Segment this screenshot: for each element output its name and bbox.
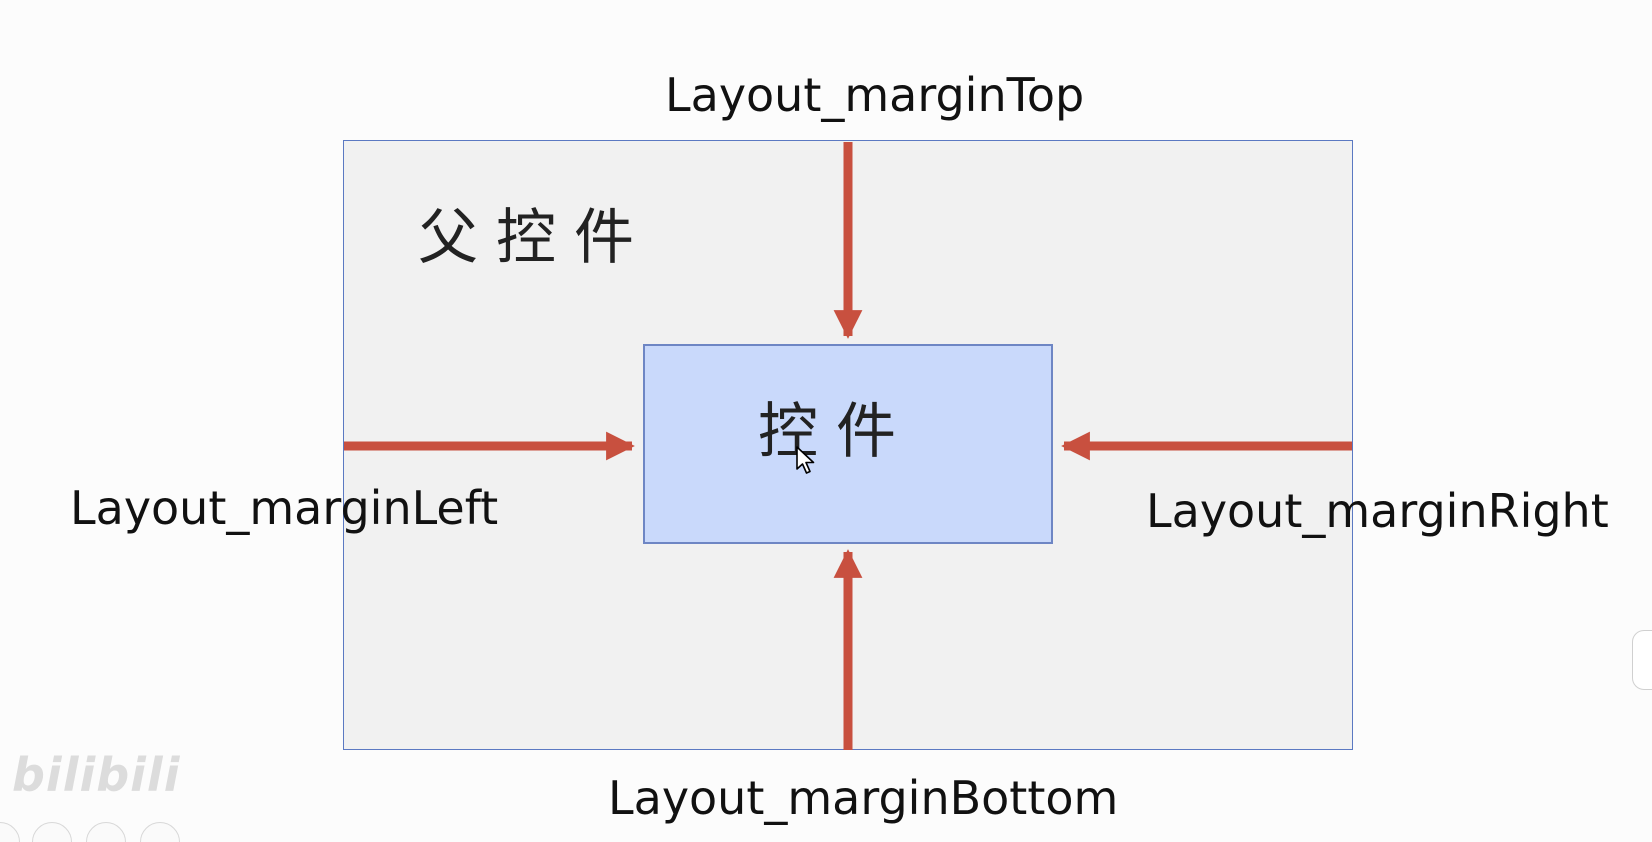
margin-left-label: Layout_marginLeft — [70, 481, 499, 535]
margin-top-label: Layout_marginTop — [665, 68, 1085, 122]
diagram-canvas: Layout_marginTop 父控件 控件 Layout_marginLef… — [0, 0, 1652, 842]
danmaku-icon[interactable] — [0, 822, 20, 842]
margin-bottom-label: Layout_marginBottom — [608, 771, 1119, 825]
more-icon[interactable] — [140, 822, 180, 842]
child-control-label: 控件 — [758, 397, 914, 467]
player-controls[interactable] — [0, 822, 200, 842]
parent-control-label: 父控件 — [418, 203, 652, 273]
side-panel-handle[interactable] — [1632, 630, 1652, 690]
mouse-pointer-icon — [796, 446, 815, 474]
bilibili-watermark-icon: bilibili — [12, 748, 181, 802]
margin-right-label: Layout_marginRight — [1146, 484, 1609, 538]
search-icon[interactable] — [86, 822, 126, 842]
danmaku-settings-icon[interactable] — [32, 822, 72, 842]
